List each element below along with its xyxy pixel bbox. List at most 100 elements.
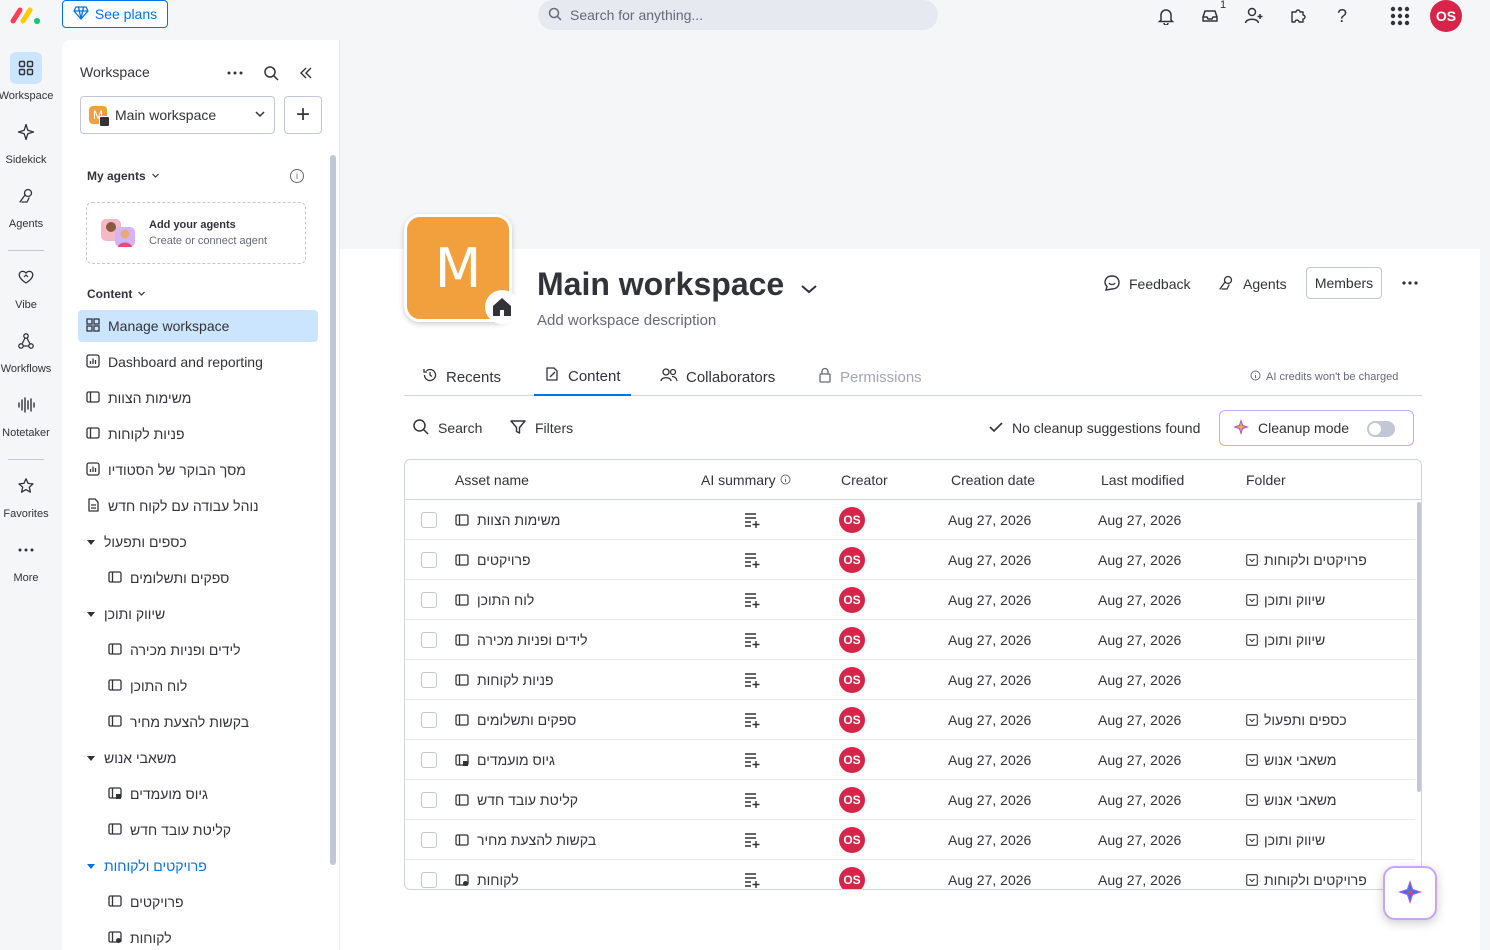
- table-row[interactable]: לקוחות OS Aug 27, 2026 Aug 27, 2026 פרוי…: [405, 860, 1415, 889]
- sidebar-item-board[interactable]: לידים ופניות מכירה: [100, 634, 241, 666]
- ai-summary-icon[interactable]: [743, 860, 761, 889]
- notifications-bell-icon[interactable]: [1153, 3, 1179, 29]
- table-search-button[interactable]: Search: [412, 417, 482, 439]
- monday-logo[interactable]: [10, 5, 46, 27]
- rail-sidekick[interactable]: Sidekick: [0, 116, 52, 166]
- row-checkbox[interactable]: [421, 712, 437, 728]
- sidebar-item-doc[interactable]: נוהל עבודה עם לקוח חדש: [78, 490, 259, 522]
- folder-cell[interactable]: פרויקטים ולקוחות: [1246, 540, 1367, 580]
- asset-name-cell[interactable]: לוח התוכן: [455, 580, 534, 620]
- creator-avatar[interactable]: OS: [839, 507, 865, 533]
- add-item-button[interactable]: +: [284, 96, 322, 134]
- more-options-icon[interactable]: [1396, 270, 1424, 296]
- table-row[interactable]: בקשות להצעת מחיר OS Aug 27, 2026 Aug 27,…: [405, 820, 1415, 860]
- folder-cell[interactable]: כספים ותפעול: [1246, 700, 1347, 740]
- col-asset-name[interactable]: Asset name: [455, 472, 529, 488]
- tab-permissions[interactable]: Permissions: [818, 358, 922, 396]
- content-section-toggle[interactable]: Content: [87, 287, 146, 301]
- creator-avatar[interactable]: OS: [839, 547, 865, 573]
- folder-cell[interactable]: משאבי אנוש: [1246, 740, 1337, 780]
- asset-name-cell[interactable]: לקוחות: [455, 860, 519, 889]
- sidebar-item-shared-board[interactable]: לקוחות: [100, 922, 172, 950]
- sidebar-search-icon[interactable]: [260, 62, 282, 84]
- row-checkbox[interactable]: [421, 752, 437, 768]
- cleanup-switch[interactable]: [1367, 421, 1395, 437]
- row-checkbox[interactable]: [421, 632, 437, 648]
- sidebar-item-board[interactable]: משימות הצוות: [78, 382, 191, 414]
- workspace-title[interactable]: Main workspace: [537, 266, 818, 303]
- rail-favorites[interactable]: Favorites: [0, 470, 52, 520]
- rail-workspace[interactable]: Workspace: [0, 52, 53, 102]
- folder-cell[interactable]: משאבי אנוש: [1246, 780, 1337, 820]
- col-last-modified[interactable]: Last modified: [1101, 472, 1184, 488]
- ai-summary-icon[interactable]: [743, 820, 761, 860]
- sidebar-item-board[interactable]: קליטת עובד חדש: [100, 814, 231, 846]
- creator-avatar[interactable]: OS: [839, 707, 865, 733]
- ai-summary-icon[interactable]: [743, 620, 761, 660]
- tab-recents[interactable]: Recents: [420, 358, 503, 396]
- row-checkbox[interactable]: [421, 832, 437, 848]
- global-search-input[interactable]: Search for anything...: [538, 0, 938, 30]
- ai-summary-icon[interactable]: [743, 660, 761, 700]
- rail-agents[interactable]: Agents: [0, 180, 52, 230]
- workspace-dropdown[interactable]: M Main workspace: [80, 96, 275, 134]
- asset-name-cell[interactable]: גיוס מועמדים: [455, 740, 555, 780]
- col-ai-summary[interactable]: AI summary: [701, 472, 791, 488]
- app-grid-icon[interactable]: [1387, 3, 1413, 29]
- folder-cell[interactable]: שיווק ותוכן: [1246, 580, 1325, 620]
- sidebar-item-board[interactable]: לוח התוכן: [100, 670, 187, 702]
- creator-avatar[interactable]: OS: [839, 667, 865, 693]
- help-icon[interactable]: ?: [1329, 3, 1355, 29]
- workspace-description[interactable]: Add workspace description: [537, 312, 716, 329]
- creator-avatar[interactable]: OS: [839, 867, 865, 889]
- col-creator[interactable]: Creator: [841, 472, 888, 488]
- folder-cell[interactable]: פרויקטים ולקוחות: [1246, 860, 1367, 889]
- creator-avatar[interactable]: OS: [839, 827, 865, 853]
- filters-button[interactable]: Filters: [509, 417, 573, 439]
- sidebar-item-manage-workspace[interactable]: Manage workspace: [78, 310, 318, 342]
- sidebar-more-icon[interactable]: [224, 62, 246, 84]
- tab-content[interactable]: Content: [534, 358, 631, 396]
- sidebar-folder[interactable]: משאבי אנוש: [78, 742, 177, 774]
- ai-assistant-button[interactable]: [1383, 866, 1437, 920]
- col-folder[interactable]: Folder: [1246, 472, 1286, 488]
- asset-name-cell[interactable]: בקשות להצעת מחיר: [455, 820, 596, 860]
- asset-name-cell[interactable]: משימות הצוות: [455, 500, 560, 540]
- table-row[interactable]: פניות לקוחות OS Aug 27, 2026 Aug 27, 202…: [405, 660, 1415, 700]
- sidebar-scrollbar[interactable]: [330, 155, 336, 865]
- table-row[interactable]: משימות הצוות OS Aug 27, 2026 Aug 27, 202…: [405, 500, 1415, 540]
- ai-summary-icon[interactable]: [743, 700, 761, 740]
- sidebar-item-board[interactable]: פרויקטים: [100, 886, 184, 918]
- table-row[interactable]: ספקים ותשלומים OS Aug 27, 2026 Aug 27, 2…: [405, 700, 1415, 740]
- feedback-button[interactable]: Feedback: [1103, 270, 1190, 298]
- sidebar-folder-active[interactable]: פרויקטים ולקוחות: [78, 850, 207, 882]
- creator-avatar[interactable]: OS: [839, 787, 865, 813]
- invite-members-icon[interactable]: [1241, 3, 1267, 29]
- asset-name-cell[interactable]: ספקים ותשלומים: [455, 700, 576, 740]
- sidebar-item-dashboard[interactable]: מסך הבוקר של הסטודיו: [78, 454, 246, 486]
- table-row[interactable]: פרויקטים OS Aug 27, 2026 Aug 27, 2026 פר…: [405, 540, 1415, 580]
- members-button[interactable]: Members: [1306, 267, 1382, 299]
- cleanup-mode-toggle[interactable]: Cleanup mode: [1219, 410, 1414, 446]
- sidebar-item-board[interactable]: בקשות להצעת מחיר: [100, 706, 249, 738]
- table-row[interactable]: גיוס מועמדים OS Aug 27, 2026 Aug 27, 202…: [405, 740, 1415, 780]
- my-agents-section-toggle[interactable]: My agents: [87, 169, 160, 183]
- creator-avatar[interactable]: OS: [839, 747, 865, 773]
- chevron-down-icon[interactable]: [800, 266, 818, 303]
- see-plans-button[interactable]: See plans: [62, 0, 168, 28]
- table-row[interactable]: לוח התוכן OS Aug 27, 2026 Aug 27, 2026 ש…: [405, 580, 1415, 620]
- rail-vibe[interactable]: Vibe: [0, 261, 52, 311]
- collapse-sidebar-icon[interactable]: [295, 62, 317, 84]
- user-avatar[interactable]: OS: [1430, 0, 1462, 32]
- ai-summary-icon[interactable]: [743, 580, 761, 620]
- agents-button[interactable]: Agents: [1217, 270, 1287, 298]
- rail-workflows[interactable]: Workflows: [0, 325, 52, 375]
- sidebar-item-private-board[interactable]: גיוס מועמדים: [100, 778, 208, 810]
- folder-cell[interactable]: שיווק ותוכן: [1246, 820, 1325, 860]
- row-checkbox[interactable]: [421, 872, 437, 888]
- creator-avatar[interactable]: OS: [839, 627, 865, 653]
- asset-name-cell[interactable]: קליטת עובד חדש: [455, 780, 578, 820]
- creator-avatar[interactable]: OS: [839, 587, 865, 613]
- add-agents-card[interactable]: Add your agents Create or connect agent: [86, 202, 306, 264]
- asset-name-cell[interactable]: פרויקטים: [455, 540, 531, 580]
